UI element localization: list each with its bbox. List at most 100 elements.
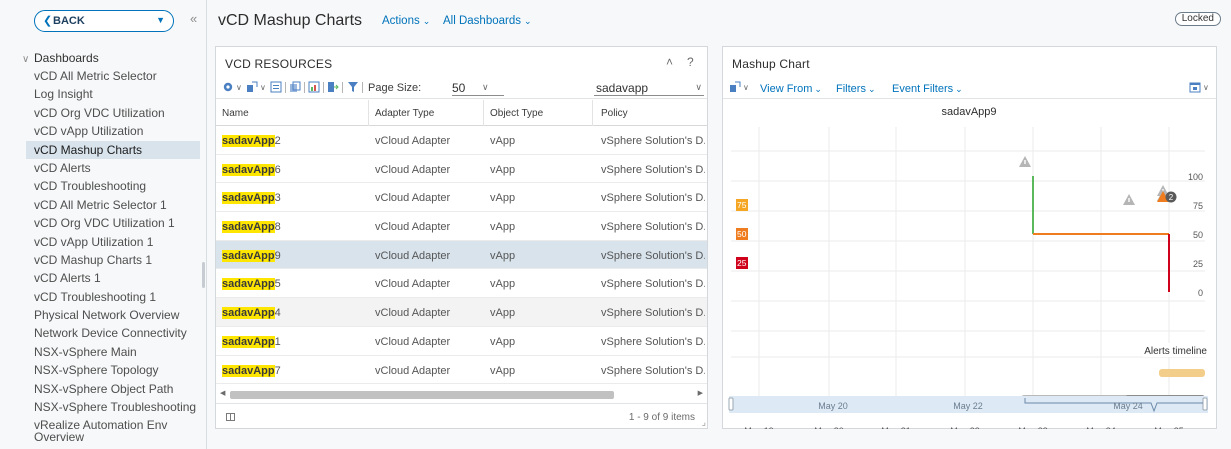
cell-name[interactable]: sadavApp6: [222, 163, 281, 176]
horizontal-scrollbar[interactable]: ◀ ▶: [216, 386, 707, 401]
column-header-adapter-type[interactable]: Adapter Type: [375, 108, 434, 119]
actions-menu[interactable]: Actions ⌄: [382, 15, 430, 27]
page-size-select[interactable]: 50 ∨: [452, 80, 504, 96]
help-icon[interactable]: ?: [687, 55, 694, 69]
resize-grip-icon[interactable]: ⌟: [702, 417, 706, 428]
collapse-caret-icon[interactable]: ∨: [22, 54, 34, 65]
panel-title: Mashup Chart: [732, 57, 810, 71]
table-row[interactable]: sadavApp1 vCloud Adapter vApp vSphere Solut…: [216, 327, 707, 356]
search-highlight: sadavApp: [222, 135, 275, 147]
time-navigator[interactable]: May 20 May 22 May 24: [723, 393, 1216, 423]
y-tick-label: 100: [1188, 172, 1203, 182]
navigator-left-handle[interactable]: [728, 397, 734, 411]
tree-item[interactable]: vCD vApp Utilization: [26, 122, 200, 140]
chevron-down-icon[interactable]: ∨: [1203, 83, 1209, 92]
event-filters-menu[interactable]: Event Filters ⌄: [892, 83, 963, 95]
locked-badge[interactable]: Locked: [1174, 12, 1221, 26]
cell-name[interactable]: sadavApp9: [222, 249, 281, 262]
drill-down-icon[interactable]: [246, 81, 258, 93]
search-input[interactable]: sadavapp ∨: [594, 79, 704, 96]
tree-item[interactable]: vCD Mashup Charts 1: [26, 251, 200, 269]
tree-item[interactable]: NSX-vSphere Main: [26, 343, 200, 361]
tree-item[interactable]: vCD All Metric Selector: [26, 67, 200, 85]
chevron-down-icon[interactable]: ▼: [156, 15, 165, 25]
scrollbar-thumb[interactable]: [230, 391, 614, 399]
column-divider[interactable]: [483, 100, 484, 126]
cell-name[interactable]: sadavApp5: [222, 278, 281, 291]
cell-object: vApp: [490, 163, 516, 176]
tree-item[interactable]: NSX-vSphere Object Path: [26, 380, 200, 398]
table-row[interactable]: sadavApp7 vCloud Adapter vApp vSphere Solut…: [216, 356, 707, 385]
grid-header: Name Adapter Type Object Type Policy: [216, 100, 707, 126]
table-row[interactable]: sadavApp6 vCloud Adapter vApp vSphere Solut…: [216, 155, 707, 184]
cell-adapter: vCloud Adapter: [375, 135, 451, 147]
collapse-panel-icon[interactable]: ˄: [666, 55, 673, 69]
back-button[interactable]: ❮ BACK ▼: [34, 10, 174, 32]
cell-name[interactable]: sadavApp2: [222, 135, 281, 147]
column-header-policy[interactable]: Policy: [601, 108, 628, 119]
tree-item[interactable]: NSX-vSphere Topology: [26, 361, 200, 379]
splitter-handle[interactable]: [202, 262, 205, 288]
tree-item[interactable]: vCD All Metric Selector 1: [26, 196, 200, 214]
copy-icon[interactable]: [289, 81, 301, 93]
chart-icon[interactable]: [308, 81, 320, 93]
column-header-name[interactable]: Name: [222, 108, 249, 119]
tree-item[interactable]: vCD Troubleshooting: [26, 177, 200, 195]
column-divider[interactable]: [592, 100, 593, 126]
cell-name[interactable]: sadavApp7: [222, 364, 281, 377]
threshold-badge-label: 75: [737, 200, 747, 210]
scroll-right-icon[interactable]: ▶: [698, 389, 703, 397]
column-divider[interactable]: [368, 100, 369, 126]
cell-name[interactable]: sadavApp4: [222, 307, 281, 320]
tree-item[interactable]: vCD Mashup Charts: [26, 140, 200, 159]
filters-menu[interactable]: Filters ⌄: [836, 83, 876, 95]
x-tick-label: May 23: [1018, 426, 1048, 429]
cell-policy: vSphere Solution's D.: [601, 307, 705, 320]
grid-body: sadavApp2 vCloud Adapter vApp vSphere Solut…: [216, 126, 707, 385]
navigator-right-handle[interactable]: [1202, 397, 1208, 411]
tree-item[interactable]: Network Device Connectivity: [26, 324, 200, 342]
table-row[interactable]: sadavApp5 vCloud Adapter vApp vSphere Solut…: [216, 269, 707, 299]
table-row[interactable]: sadavApp3 vCloud Adapter vApp vSphere Solut…: [216, 183, 707, 213]
tree-item[interactable]: vCD vApp Utilization 1: [26, 233, 200, 251]
columns-icon[interactable]: [226, 413, 235, 421]
cell-policy: vSphere Solution's D.: [601, 221, 705, 234]
scroll-left-icon[interactable]: ◀: [220, 389, 225, 397]
name-suffix: 7: [274, 364, 281, 377]
view-from-menu[interactable]: View From ⌄: [760, 83, 822, 95]
tree-root-dashboards[interactable]: ∨ Dashboards: [22, 51, 99, 65]
filter-icon[interactable]: [347, 81, 359, 93]
table-row[interactable]: sadavApp2 vCloud Adapter vApp vSphere Solut…: [216, 126, 707, 155]
alert-triangle-mark: [1128, 198, 1130, 202]
chevron-down-icon[interactable]: ∨: [236, 83, 242, 92]
all-dashboards-menu[interactable]: All Dashboards ⌄: [443, 15, 532, 27]
cell-name[interactable]: sadavApp1: [222, 335, 281, 348]
calendar-icon[interactable]: [1189, 81, 1201, 93]
table-row[interactable]: sadavApp9 vCloud Adapter vApp vSphere Solut…: [216, 240, 707, 270]
drill-down-icon[interactable]: [729, 81, 741, 93]
table-row[interactable]: sadavApp8 vCloud Adapter vApp vSphere Solut…: [216, 212, 707, 241]
cell-name[interactable]: sadavApp3: [222, 192, 281, 205]
tree-item[interactable]: vCD Org VDC Utilization: [26, 104, 200, 122]
column-header-object-type[interactable]: Object Type: [490, 108, 543, 119]
tree-item[interactable]: NSX-vSphere Troubleshooting: [26, 398, 200, 416]
tree-item[interactable]: vCD Org VDC Utilization 1: [26, 214, 200, 232]
collapse-nav-icon[interactable]: «: [190, 11, 197, 26]
threshold-badge-label: 50: [737, 229, 747, 239]
alert-triangle-mark: [1024, 160, 1026, 164]
cell-object: vApp: [490, 278, 516, 291]
chevron-down-icon[interactable]: ∨: [743, 83, 749, 92]
settings-gear-icon[interactable]: [222, 81, 234, 93]
tree-item[interactable]: vCD Alerts: [26, 159, 200, 177]
show-details-icon[interactable]: [270, 81, 282, 93]
tree-item[interactable]: vRealize Automation Env Overview: [26, 416, 200, 443]
chevron-down-icon[interactable]: ∨: [260, 83, 266, 92]
tree-item[interactable]: Log Insight: [26, 85, 200, 103]
export-icon[interactable]: [327, 81, 339, 93]
tree-item[interactable]: Physical Network Overview: [26, 306, 200, 324]
tree-item[interactable]: vCD Troubleshooting 1: [26, 288, 200, 306]
cell-name[interactable]: sadavApp8: [222, 221, 281, 234]
tree-item[interactable]: vCD Alerts 1: [26, 269, 200, 287]
table-row[interactable]: sadavApp4 vCloud Adapter vApp vSphere Solut…: [216, 298, 707, 327]
page-size-value: 50: [452, 81, 466, 95]
